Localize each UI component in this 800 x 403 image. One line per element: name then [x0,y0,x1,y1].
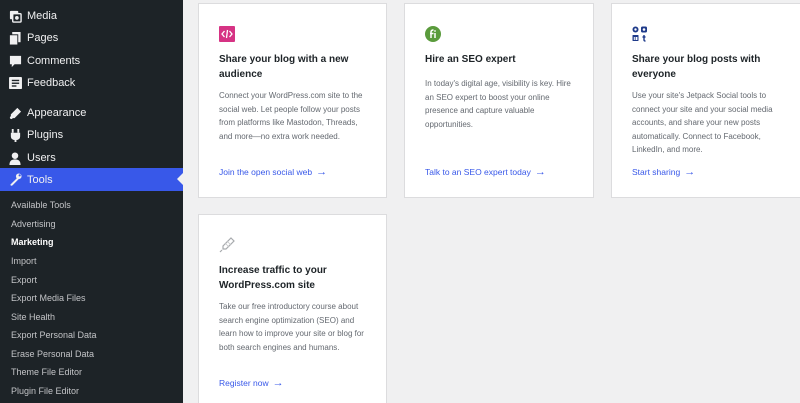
comments-icon [8,54,22,68]
media-icon [8,9,22,23]
menu-label-comments: Comments [27,55,81,67]
card-link-label: Talk to an SEO expert today [425,167,531,177]
card-description: Connect your WordPress.com site to the s… [219,91,363,141]
arrow-right-icon: → [534,166,546,178]
menu-label-plugins: Plugins [27,129,64,141]
register-now-link[interactable]: Register now → [219,377,284,389]
menu-label-appearance: Appearance [27,107,87,119]
pages-icon [8,31,22,45]
tools-icon [8,173,22,187]
menu-label-pages: Pages [27,32,59,44]
card-title: Hire an SEO expert [425,54,516,65]
arrow-right-icon: → [316,166,328,178]
card-title: Share your blog posts with everyone [632,54,761,80]
menu-label-tools: Tools [27,173,53,186]
card-title: Increase traffic to your WordPress.com s… [219,265,327,291]
plugins-icon [8,128,22,142]
arrow-right-icon: → [272,377,284,389]
menu-label-users: Users [27,152,56,164]
users-icon [8,151,22,165]
card-description: Take our free introductory course about … [219,302,364,352]
menu-item-plugins[interactable]: Plugins [0,124,183,146]
join-open-social-web-link[interactable]: Join the open social web → [219,166,328,178]
share-audience-icon [219,26,235,42]
submenu-erase-personal-data[interactable]: Erase Personal Data [11,349,94,359]
menu-item-tools[interactable]: Tools [0,168,183,191]
menu-item-appearance[interactable]: Appearance [0,102,183,124]
start-sharing-link[interactable]: Start sharing → [632,166,696,178]
card-description: In today's digital age, visibility is ke… [425,79,571,129]
submenu-site-health[interactable]: Site Health [11,312,55,322]
submenu-marketing[interactable]: Marketing [11,237,54,247]
seo-expert-icon [425,26,441,42]
talk-to-seo-expert-link[interactable]: Talk to an SEO expert today → [425,166,546,178]
menu-item-pages[interactable]: Pages [0,27,183,49]
card-share-posts: Share your blog posts with everyone Use … [611,3,800,198]
menu-label-media: Media [27,10,57,22]
submenu-export-media-files[interactable]: Export Media Files [11,293,86,303]
card-link-label: Start sharing [632,167,681,177]
social-networks-icon [632,26,648,42]
card-increase-traffic: Increase traffic to your WordPress.com s… [198,214,387,403]
menu-item-media[interactable]: Media [0,5,183,27]
card-title: Share your blog with a new audience [219,54,349,80]
appearance-icon [8,106,22,120]
submenu-theme-file-editor[interactable]: Theme File Editor [11,367,82,377]
arrow-right-icon: → [684,166,696,178]
submenu-import[interactable]: Import [11,256,37,266]
menu-item-users[interactable]: Users [0,147,183,169]
card-seo-expert: Hire an SEO expert In today's digital ag… [404,3,594,198]
submenu-available-tools[interactable]: Available Tools [11,200,71,210]
menu-item-feedback[interactable]: Feedback [0,72,183,94]
card-link-label: Join the open social web [219,167,313,177]
traffic-course-icon [219,237,235,253]
submenu-export-personal-data[interactable]: Export Personal Data [11,330,97,340]
submenu-plugin-file-editor[interactable]: Plugin File Editor [11,386,79,396]
submenu-advertising[interactable]: Advertising [11,219,56,229]
card-link-label: Register now [219,378,269,388]
admin-sidebar: Media Pages Comments Feedback Appearance… [0,0,183,403]
card-share-audience: Share your blog with a new audience Conn… [198,3,387,198]
submenu-export[interactable]: Export [11,275,37,285]
menu-item-comments[interactable]: Comments [0,50,183,72]
menu-label-feedback: Feedback [27,77,76,89]
card-description: Use your site's Jetpack Social tools to … [632,91,773,154]
feedback-icon [8,76,22,90]
